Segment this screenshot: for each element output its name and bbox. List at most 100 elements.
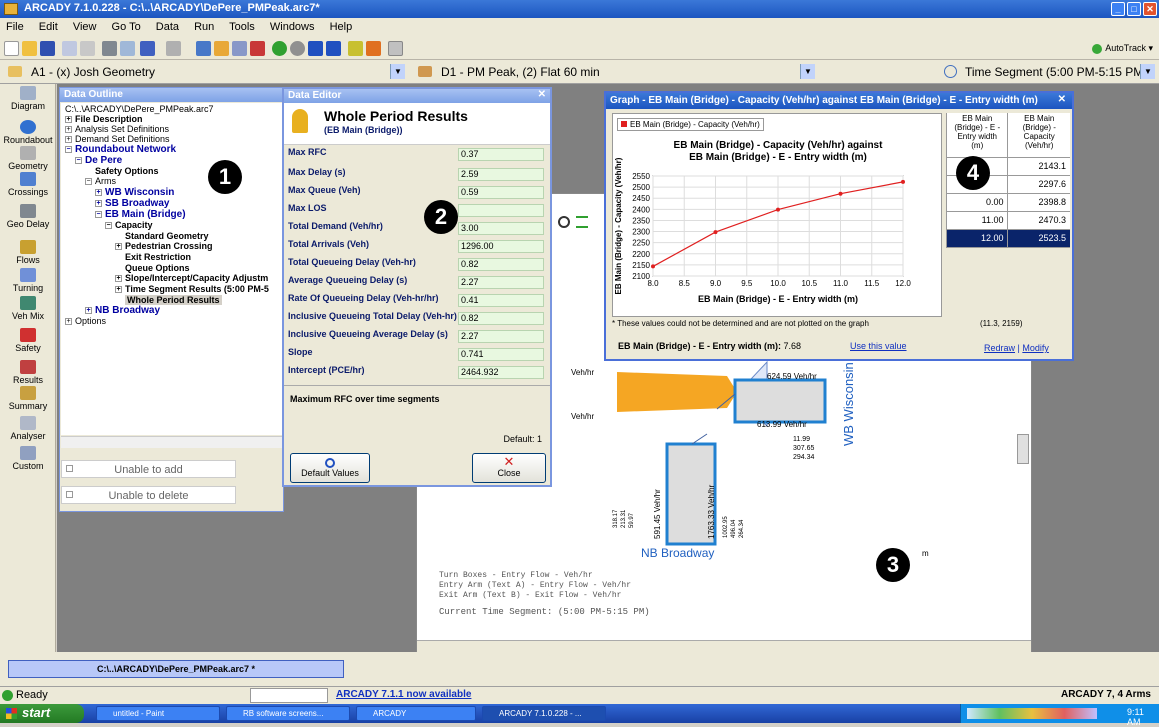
tree-eb-main[interactable]: − EB Main (Bridge)	[95, 209, 186, 220]
menu-help[interactable]: Help	[330, 21, 353, 33]
stop-icon[interactable]	[290, 41, 305, 56]
menu-goto[interactable]: Go To	[112, 21, 141, 33]
flows-button[interactable]: Flows	[0, 240, 56, 265]
turning-button[interactable]: Turning	[0, 268, 56, 293]
prop-value[interactable]: 1296.00	[458, 240, 544, 253]
analyser-button[interactable]: Analyser	[0, 416, 56, 441]
task-rb-software[interactable]: RB software screens...	[226, 706, 350, 721]
tray-icons[interactable]	[967, 708, 1097, 719]
task-arcady-app[interactable]: ARCADY 7.1.0.228 - ...	[482, 706, 606, 721]
prop-value[interactable]: 2.59	[458, 168, 544, 181]
modify-link[interactable]: Modify	[1022, 343, 1049, 353]
summary-button[interactable]: Summary	[0, 386, 56, 411]
update-link[interactable]: ARCADY 7.1.1 now available	[336, 689, 471, 700]
file-tab[interactable]: C:\..\ARCADY\DePere_PMPeak.arc7 *	[8, 660, 344, 678]
analysis-set-select[interactable]: A1 - (x) Josh Geometry ▼	[26, 63, 406, 80]
close-icon[interactable]: ✕	[538, 89, 546, 100]
tree-pedestrian-crossing[interactable]: + Pedestrian Crossing	[115, 241, 213, 251]
time-segment-select[interactable]: Time Segment (5:00 PM-5:15 PM) ▼	[960, 63, 1156, 80]
menu-windows[interactable]: Windows	[270, 21, 315, 33]
prop-value[interactable]: 0.82	[458, 258, 544, 271]
tree-sb-broadway[interactable]: + SB Broadway	[95, 198, 169, 209]
prop-value[interactable]: 0.37	[458, 148, 544, 161]
report-icon[interactable]	[250, 41, 265, 56]
menu-data[interactable]: Data	[156, 21, 179, 33]
custom-button[interactable]: Custom	[0, 446, 56, 471]
tree-exit-restriction[interactable]: Exit Restriction	[125, 252, 191, 262]
paste-icon[interactable]	[80, 41, 95, 56]
prop-value[interactable]: 0.741	[458, 348, 544, 361]
vertical-scrollbar[interactable]	[1017, 434, 1029, 464]
tree-slope-intercept[interactable]: + Slope/Intercept/Capacity Adjustm	[115, 273, 268, 283]
tree-queue-options[interactable]: Queue Options	[125, 263, 190, 273]
export-icon[interactable]	[388, 41, 403, 56]
close-button[interactable]: ✕ Close	[472, 453, 546, 483]
minimize-button[interactable]: _	[1111, 2, 1125, 16]
undo-icon[interactable]	[140, 41, 155, 56]
use-this-value-link[interactable]: Use this value	[850, 341, 907, 351]
demand-set-select[interactable]: D1 - PM Peak, (2) Flat 60 min ▼	[436, 63, 816, 80]
chevron-down-icon[interactable]: ▼	[1140, 64, 1155, 79]
tree-wb-wisconsin[interactable]: + WB Wisconsin	[95, 187, 174, 198]
table-row[interactable]: 11.00 2470.3	[945, 211, 1070, 230]
save-icon[interactable]	[40, 41, 55, 56]
editor-view-icon[interactable]	[214, 41, 229, 56]
results-button[interactable]: Results	[0, 360, 56, 385]
arrow-down-icon[interactable]	[326, 41, 341, 56]
start-button[interactable]: start	[0, 704, 84, 723]
arrow-up-icon[interactable]	[308, 41, 323, 56]
prop-value[interactable]: 2.27	[458, 276, 544, 289]
tree-safety-options[interactable]: Safety Options	[95, 166, 159, 176]
autotrack-toggle[interactable]: AutoTrack ▾	[1092, 43, 1153, 54]
prop-value[interactable]: 0.59	[458, 186, 544, 199]
tree-options[interactable]: + Options	[65, 316, 106, 326]
tree-nb-broadway[interactable]: + NB Broadway	[85, 305, 160, 316]
tree-capacity[interactable]: − Capacity	[105, 220, 153, 230]
geo-delay-button[interactable]: Geo Delay	[0, 204, 56, 229]
diamond-icon[interactable]	[366, 41, 381, 56]
run-icon[interactable]	[272, 41, 287, 56]
menu-run[interactable]: Run	[194, 21, 214, 33]
copy-icon[interactable]	[62, 41, 77, 56]
tree-arms[interactable]: − Arms	[85, 176, 116, 186]
prop-value[interactable]: 2.27	[458, 330, 544, 343]
new-icon[interactable]	[4, 41, 19, 56]
close-icon[interactable]: ✕	[1058, 94, 1066, 105]
menu-tools[interactable]: Tools	[229, 21, 255, 33]
menu-view[interactable]: View	[73, 21, 97, 33]
tree-de-pere[interactable]: − De Pere	[75, 155, 122, 166]
list-view-icon[interactable]	[232, 41, 247, 56]
prop-value[interactable]: 2464.932	[458, 366, 544, 379]
print-preview-icon[interactable]	[120, 41, 135, 56]
safety-button[interactable]: Safety	[0, 328, 56, 353]
crossings-button[interactable]: Crossings	[0, 172, 56, 197]
chevron-down-icon[interactable]: ▼	[800, 64, 815, 79]
tree-whole-period-results[interactable]: Whole Period Results	[125, 295, 222, 305]
table-row[interactable]: 0.00 2398.8	[945, 193, 1070, 212]
prop-value[interactable]: 0.82	[458, 312, 544, 325]
open-icon[interactable]	[22, 41, 37, 56]
tree-time-segment-results[interactable]: + Time Segment Results (5:00 PM-5	[115, 284, 269, 294]
prop-value[interactable]	[458, 204, 544, 217]
tree-analysis-sets[interactable]: + Analysis Set Definitions	[65, 124, 169, 134]
task-arcady-folder[interactable]: ARCADY	[356, 706, 476, 721]
tree-file-description[interactable]: + File Description	[65, 114, 143, 124]
menu-file[interactable]: File	[6, 21, 24, 33]
outline-view-icon[interactable]	[196, 41, 211, 56]
diagram-button[interactable]: Diagram	[0, 86, 56, 111]
tree-standard-geometry[interactable]: Standard Geometry	[125, 231, 209, 241]
veh-mix-button[interactable]: Veh Mix	[0, 296, 56, 321]
tree-demand-sets[interactable]: + Demand Set Definitions	[65, 134, 170, 144]
table-row-selected[interactable]: 12.00 2523.5	[945, 229, 1070, 248]
menu-edit[interactable]: Edit	[39, 21, 58, 33]
task-paint[interactable]: untitled - Paint	[96, 706, 220, 721]
redraw-link[interactable]: Redraw	[984, 343, 1015, 353]
prop-value[interactable]: 3.00	[458, 222, 544, 235]
chevron-down-icon[interactable]: ▼	[390, 64, 405, 79]
maximize-button[interactable]: □	[1127, 2, 1141, 16]
close-window-button[interactable]: ✕	[1143, 2, 1157, 16]
outline-h-scrollbar[interactable]	[61, 436, 283, 448]
tree-roundabout-network[interactable]: − Roundabout Network	[65, 144, 176, 155]
redo-icon[interactable]	[166, 41, 181, 56]
default-values-button[interactable]: Default Values	[290, 453, 370, 483]
